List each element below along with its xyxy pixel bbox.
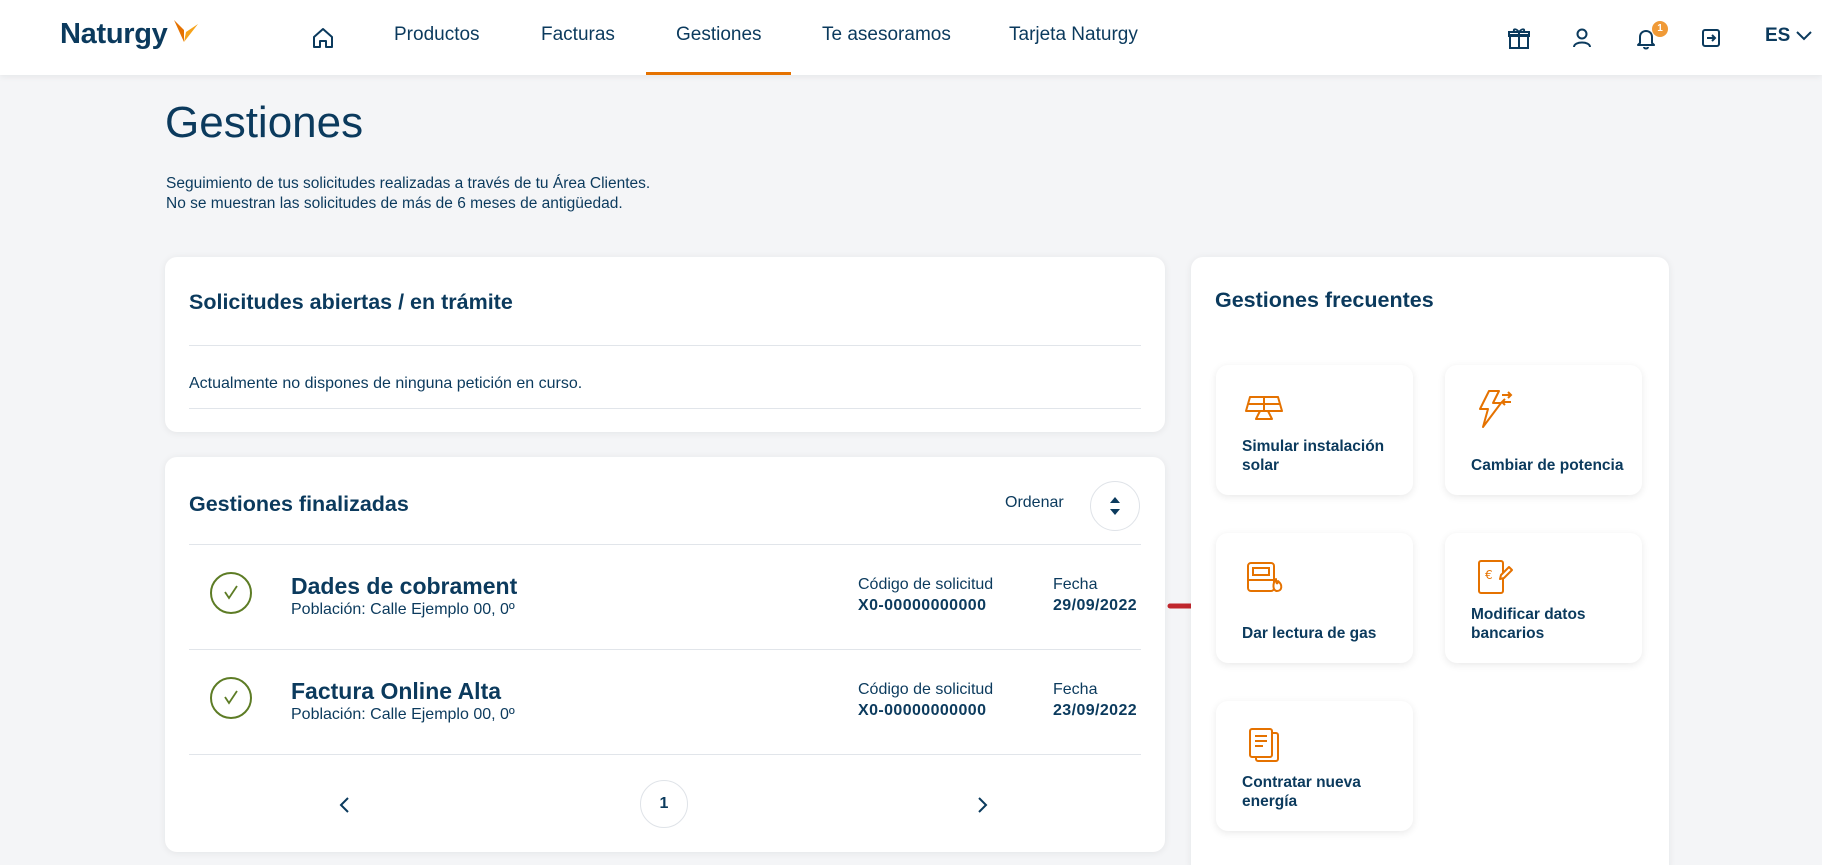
logout-icon[interactable] <box>1697 24 1725 52</box>
notification-badge: 1 <box>1652 21 1668 37</box>
tile-label: Contratar nueva energía <box>1242 774 1361 810</box>
tile-label: Simular instalación solar <box>1242 438 1385 474</box>
open-requests-card: Solicitudes abiertas / en trámite Actual… <box>165 257 1165 432</box>
tile-modificar-datos-bancarios[interactable]: € Modificar datos bancarios <box>1445 533 1642 663</box>
tile-label: Cambiar de potencia <box>1471 457 1624 474</box>
documents-icon <box>1249 728 1279 762</box>
tile-label: Modificar datos bancarios <box>1471 606 1586 642</box>
sort-button[interactable] <box>1090 481 1140 531</box>
top-navigation-bar: Naturgy Productos Facturas Gestiones Te … <box>0 0 1822 75</box>
request-code: X0-00000000000 <box>858 597 987 614</box>
user-icon[interactable] <box>1568 24 1596 52</box>
lightning-swap-icon <box>1479 390 1513 428</box>
butterfly-logo-icon <box>174 20 199 42</box>
chevron-down-icon <box>1796 31 1813 41</box>
page-title: Gestiones <box>165 98 364 147</box>
solar-panel-icon <box>1245 396 1283 420</box>
next-page-icon[interactable] <box>972 795 992 815</box>
completed-check-icon <box>210 572 252 614</box>
svg-text:€: € <box>1485 568 1493 582</box>
gift-icon[interactable] <box>1505 24 1533 52</box>
description-line-1: Seguimiento de tus solicitudes realizada… <box>166 175 651 192</box>
request-address: Población: Calle Ejemplo 00, 0º <box>291 601 515 618</box>
nav-productos[interactable]: Productos <box>394 24 480 46</box>
gas-meter-icon <box>1247 562 1283 592</box>
finished-requests-title: Gestiones finalizadas <box>189 492 409 516</box>
request-date: 29/09/2022 <box>1053 597 1138 614</box>
home-icon[interactable] <box>309 24 337 52</box>
frequent-actions-card: Gestiones frecuentes Simular instalación… <box>1191 257 1669 865</box>
description-line-2: No se muestran las solicitudes de más de… <box>166 195 623 212</box>
finished-request-row[interactable]: Dades de cobrament Población: Calle Ejem… <box>189 545 1141 649</box>
request-date-label: Fecha <box>1053 576 1098 593</box>
nav-facturas[interactable]: Facturas <box>541 24 615 46</box>
completed-check-icon <box>210 677 252 719</box>
nav-tarjeta-naturgy[interactable]: Tarjeta Naturgy <box>1009 24 1138 46</box>
open-requests-title: Solicitudes abiertas / en trámite <box>189 290 513 314</box>
request-date: 23/09/2022 <box>1053 702 1138 719</box>
page-description: Seguimiento de tus solicitudes realizada… <box>166 174 650 214</box>
language-selector[interactable]: ES <box>1765 25 1813 47</box>
finished-requests-card: Gestiones finalizadas Ordenar Dades de c… <box>165 457 1165 852</box>
previous-page-icon[interactable] <box>335 795 355 815</box>
request-date-label: Fecha <box>1053 681 1098 698</box>
language-code: ES <box>1765 25 1791 46</box>
page-number-button[interactable]: 1 <box>640 780 688 828</box>
request-title: Dades de cobrament <box>291 573 518 599</box>
request-address: Población: Calle Ejemplo 00, 0º <box>291 706 515 723</box>
request-code-label: Código de solicitud <box>858 576 994 593</box>
divider <box>189 408 1141 409</box>
nav-te-asesoramos[interactable]: Te asesoramos <box>822 24 951 46</box>
tile-simular-instalacion-solar[interactable]: Simular instalación solar <box>1216 365 1413 495</box>
euro-document-icon: € <box>1478 560 1513 594</box>
sort-label: Ordenar <box>1005 494 1064 511</box>
divider <box>189 345 1141 346</box>
tile-contratar-nueva-energia[interactable]: Contratar nueva energía <box>1216 701 1413 831</box>
request-title: Factura Online Alta <box>291 678 502 704</box>
tile-dar-lectura-de-gas[interactable]: Dar lectura de gas <box>1216 533 1413 663</box>
logo-text: Naturgy <box>60 18 168 50</box>
empty-requests-message: Actualmente no dispones de ninguna petic… <box>189 375 583 392</box>
naturgy-logo[interactable]: Naturgy <box>60 18 200 51</box>
finished-request-row[interactable]: Factura Online Alta Población: Calle Eje… <box>189 650 1141 754</box>
active-tab-indicator <box>646 72 791 75</box>
tile-cambiar-de-potencia[interactable]: Cambiar de potencia <box>1445 365 1642 495</box>
frequent-actions-title: Gestiones frecuentes <box>1215 288 1434 312</box>
sort-icon <box>1110 497 1120 515</box>
divider <box>189 754 1141 755</box>
nav-gestiones[interactable]: Gestiones <box>676 24 762 46</box>
request-code-label: Código de solicitud <box>858 681 994 698</box>
request-code: X0-00000000000 <box>858 702 987 719</box>
tile-label: Dar lectura de gas <box>1242 625 1377 642</box>
